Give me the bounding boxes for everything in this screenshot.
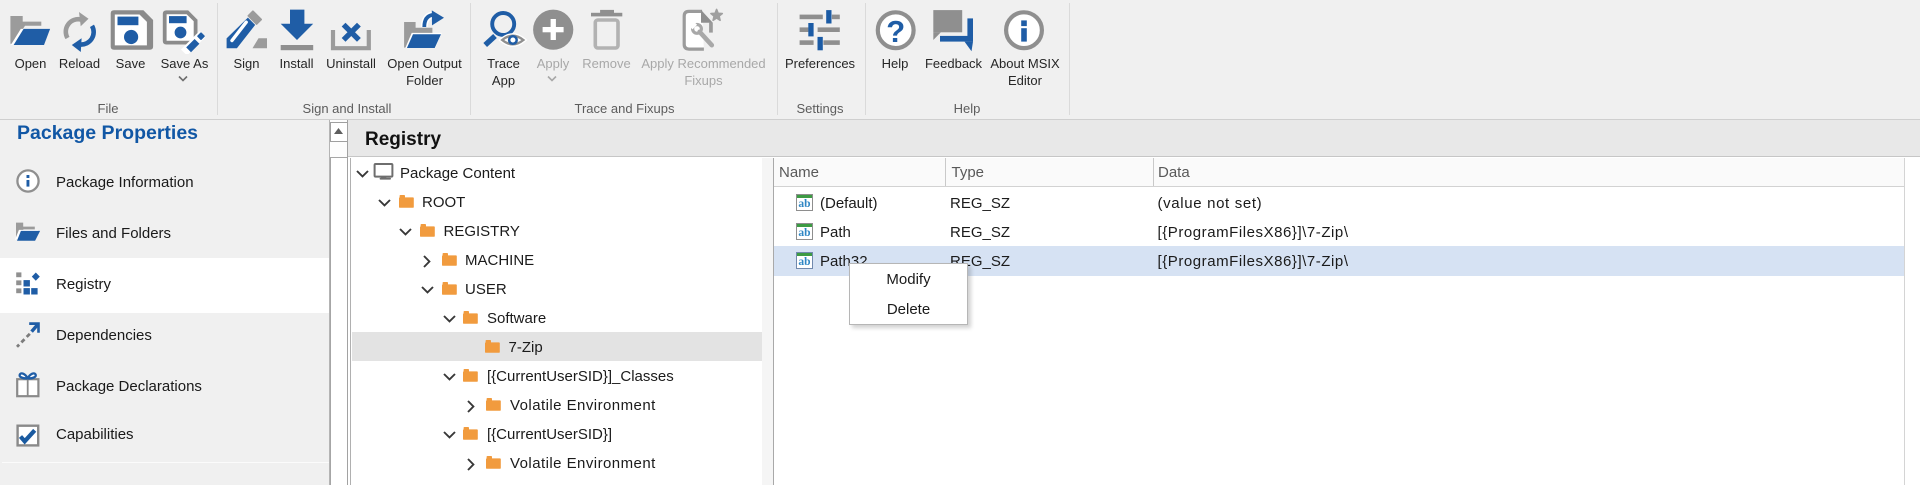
svg-text:ab: ab [798, 227, 810, 239]
svg-text:ab: ab [798, 256, 810, 268]
svg-text:ab: ab [798, 198, 810, 210]
svg-text:?: ? [886, 14, 905, 49]
